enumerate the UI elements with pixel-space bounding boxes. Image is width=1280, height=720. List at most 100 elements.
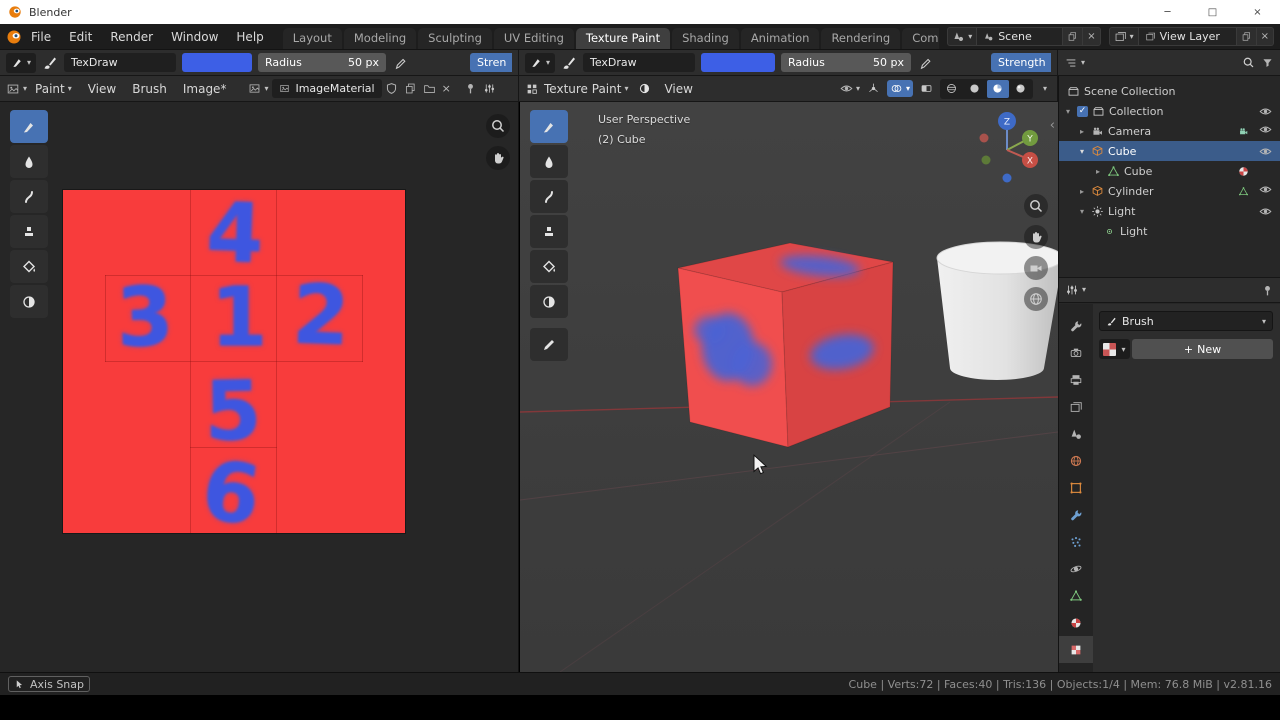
ie-slot-menu-icon[interactable] [483, 82, 496, 95]
ie-radius-pressure-toggle[interactable] [392, 55, 408, 71]
vp-object-visibility-button[interactable]: ▾ [840, 82, 860, 95]
vp-perspective-toggle-control[interactable] [1024, 287, 1048, 311]
vp-tool-soften[interactable] [530, 145, 568, 178]
properties-tab-render[interactable] [1059, 339, 1093, 366]
ie-brush-name-field[interactable]: TexDraw [64, 53, 176, 72]
visibility-eye-icon[interactable] [1259, 123, 1272, 139]
vp-paint-mask-toggle[interactable] [638, 82, 651, 95]
ie-tool-clone[interactable] [10, 215, 48, 248]
ie-tool-fill[interactable] [10, 250, 48, 283]
vp-shading-solid-button[interactable] [964, 80, 986, 98]
paint-canvas[interactable]: 4 3 1 2 5 6 [63, 190, 405, 533]
vp-overlays-toggle[interactable]: ▾ [886, 80, 913, 97]
vp-brush-name-field[interactable]: TexDraw [583, 53, 695, 72]
disclosure-icon[interactable]: ▸ [1077, 187, 1087, 196]
ie-unlink-image-button[interactable]: × [442, 82, 451, 95]
outliner-editor-type-button[interactable]: ▾ [1064, 56, 1085, 70]
gizmo-neg-z[interactable] [1002, 173, 1012, 183]
ie-tool-smear[interactable] [10, 180, 48, 213]
vp-tool-draw[interactable] [530, 110, 568, 143]
vp-menu-view[interactable]: View [656, 76, 700, 101]
properties-tab-view-layer[interactable] [1059, 393, 1093, 420]
vp-brush-icon[interactable] [561, 55, 577, 71]
vp-strength-slider[interactable]: Strength [991, 53, 1051, 72]
ie-open-image-button[interactable] [423, 82, 436, 95]
properties-tab-texture[interactable] [1059, 636, 1093, 663]
minimize-button[interactable]: ─ [1145, 0, 1190, 24]
close-button[interactable]: × [1235, 0, 1280, 24]
vp-tool-smear[interactable] [530, 180, 568, 213]
view-layer-new-button[interactable] [1236, 27, 1257, 46]
outliner-row-collection[interactable]: ▾ ✓ Collection [1059, 101, 1280, 121]
scene-name-field[interactable]: Scene [977, 27, 1064, 46]
ie-tool-mask[interactable] [10, 285, 48, 318]
cube-object[interactable] [677, 242, 894, 448]
properties-tab-tool[interactable] [1059, 312, 1093, 339]
tab-sculpting[interactable]: Sculpting [418, 28, 492, 49]
outliner-row-camera[interactable]: ▸ Camera [1059, 121, 1280, 141]
properties-tab-particles[interactable] [1059, 528, 1093, 555]
disclosure-icon[interactable]: ▾ [1077, 147, 1087, 156]
outliner-row-cube-data[interactable]: ▸ Cube [1059, 161, 1280, 181]
ie-menu-view[interactable]: View [80, 76, 124, 101]
ie-brush-color-swatch[interactable] [182, 53, 252, 72]
scene-new-button[interactable] [1063, 27, 1084, 46]
tab-compositing[interactable]: Compos [902, 28, 940, 49]
properties-tab-physics[interactable] [1059, 555, 1093, 582]
tab-texture-paint[interactable]: Texture Paint [575, 28, 671, 49]
vp-shading-rendered-button[interactable] [1010, 80, 1032, 98]
texture-context-dropdown[interactable]: Brush ▾ [1099, 311, 1273, 331]
ie-menu-brush[interactable]: Brush [124, 76, 175, 101]
view-layer-remove-button[interactable]: × [1256, 27, 1274, 46]
vp-tool-clone[interactable] [530, 215, 568, 248]
ie-brush-icon[interactable] [42, 55, 58, 71]
tab-modeling[interactable]: Modeling [343, 28, 417, 49]
vp-shading-wireframe-button[interactable] [941, 80, 963, 98]
vp-shading-material-button[interactable] [986, 79, 1009, 98]
view-layer-browse-button[interactable]: ▾ [1108, 27, 1139, 46]
ie-radius-slider[interactable]: Radius 50 px [258, 53, 386, 72]
ie-pin-toggle[interactable] [464, 82, 477, 95]
tab-rendering[interactable]: Rendering [821, 28, 901, 49]
vp-mode-dropdown[interactable]: Texture Paint ▾ [539, 76, 633, 101]
outliner-filter-icon[interactable] [1261, 56, 1274, 69]
tab-uv-editing[interactable]: UV Editing [493, 28, 574, 49]
ie-tool-soften[interactable] [10, 145, 48, 178]
disclosure-icon[interactable]: ▸ [1077, 127, 1087, 136]
vp-zoom-control[interactable] [1024, 194, 1048, 218]
ie-zoom-control[interactable] [486, 114, 510, 138]
vp-tool-annotate[interactable] [530, 328, 568, 361]
properties-tab-material[interactable] [1059, 609, 1093, 636]
outliner-row-scene-collection[interactable]: Scene Collection [1059, 81, 1280, 101]
collection-checkbox[interactable]: ✓ [1077, 105, 1088, 117]
vp-pan-control[interactable] [1024, 225, 1048, 249]
properties-tab-scene[interactable] [1059, 420, 1093, 447]
ie-new-image-button[interactable] [404, 82, 417, 95]
vp-brush-color-swatch[interactable] [701, 53, 775, 72]
navigation-gizmo[interactable]: Z Y X [960, 108, 1056, 194]
texture-browse-button[interactable]: ▾ [1099, 339, 1130, 359]
menu-render[interactable]: Render [101, 24, 162, 49]
properties-tab-world[interactable] [1059, 447, 1093, 474]
visibility-eye-icon[interactable] [1259, 183, 1272, 199]
tab-layout[interactable]: Layout [282, 28, 342, 49]
properties-pin-icon[interactable] [1261, 284, 1274, 297]
tab-animation[interactable]: Animation [740, 28, 820, 49]
properties-tab-object[interactable] [1059, 474, 1093, 501]
visibility-eye-icon[interactable] [1259, 205, 1272, 218]
new-texture-button[interactable]: + New [1132, 339, 1273, 359]
disclosure-icon[interactable]: ▾ [1077, 207, 1087, 216]
vp-tool-mask[interactable] [530, 285, 568, 318]
ie-editor-type-button[interactable]: ▾ [6, 82, 27, 96]
menu-file[interactable]: File [22, 24, 60, 49]
menu-window[interactable]: Window [162, 24, 227, 49]
vp-shading-dropdown[interactable]: ▾ [1043, 84, 1047, 93]
vp-active-tool-button[interactable]: ▾ [525, 52, 555, 73]
outliner-row-cylinder[interactable]: ▸ Cylinder [1059, 181, 1280, 201]
properties-tab-modifiers[interactable] [1059, 501, 1093, 528]
maximize-button[interactable]: □ [1190, 0, 1235, 24]
outliner-row-light-data[interactable]: Light [1059, 221, 1280, 241]
visibility-eye-icon[interactable] [1259, 145, 1272, 158]
disclosure-icon[interactable]: ▾ [1063, 107, 1073, 116]
outliner-search-icon[interactable] [1242, 56, 1255, 69]
